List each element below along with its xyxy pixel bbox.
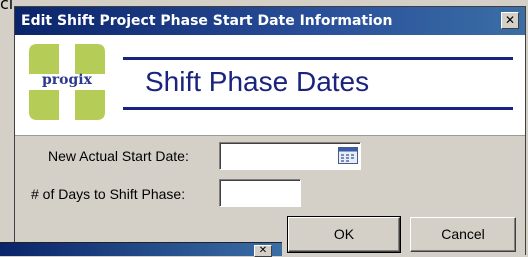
header-rule-top [123, 57, 513, 60]
days-field[interactable] [219, 179, 301, 207]
background-window-titlebar[interactable] [0, 242, 282, 256]
header-rule-bottom [123, 107, 513, 110]
logo-text: progix [42, 72, 92, 88]
close-button[interactable]: ✕ [501, 12, 519, 29]
cancel-button[interactable]: Cancel [410, 217, 516, 252]
edit-shift-dialog: Edit Shift Project Phase Start Date Info… [14, 6, 526, 256]
header-banner: progix Shift Phase Dates [15, 35, 525, 136]
background-window-close-icon[interactable]: ✕ [254, 245, 272, 257]
days-input[interactable] [220, 180, 300, 206]
dialog-title: Edit Shift Project Phase Start Date Info… [21, 13, 393, 29]
progix-logo: progix [29, 44, 105, 120]
calendar-icon[interactable] [338, 147, 358, 164]
start-date-field[interactable] [219, 142, 361, 170]
page-title: Shift Phase Dates [145, 66, 370, 97]
start-date-label: New Actual Start Date: [48, 148, 189, 164]
ok-button[interactable]: OK [287, 216, 401, 253]
days-label: # of Days to Shift Phase: [31, 186, 186, 202]
close-icon: ✕ [504, 13, 516, 27]
dialog-titlebar[interactable]: Edit Shift Project Phase Start Date Info… [15, 7, 525, 35]
